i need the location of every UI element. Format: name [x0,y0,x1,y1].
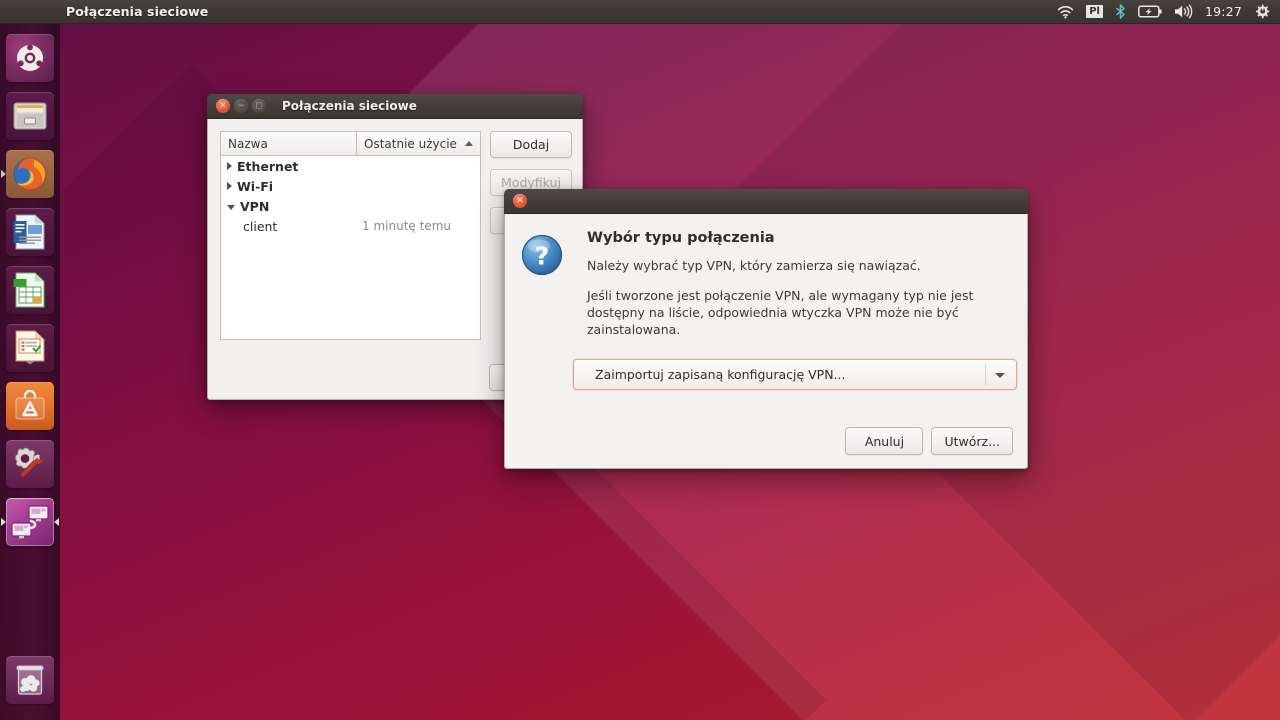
table-row[interactable]: Ethernet [221,156,480,176]
chevron-down-icon [995,372,1005,378]
dialog-paragraph-1: Należy wybrać typ VPN, który zamierza si… [587,258,921,273]
launcher-active-arrow [54,518,59,526]
bluetooth-icon[interactable] [1115,0,1126,24]
vpn-connection-type-dialog: ✕ ? Wybór typu połączenia Należy wybrać … [504,189,1028,469]
launcher-item-network-connections[interactable] [1,498,59,546]
row-name-label: Ethernet [237,158,299,174]
battery-charging-icon[interactable] [1138,0,1162,24]
dialog-action-buttons: Anuluj Utwórz... [845,427,1013,455]
launcher-item-system-settings[interactable] [6,440,54,488]
window-maximize-button[interactable]: ◻ [252,99,266,113]
top-panel: Połączenia sieciowe Pl 19:27 [0,0,1280,24]
launcher-item-firefox[interactable] [1,150,54,198]
expander-collapsed-icon[interactable] [227,182,232,190]
launcher-item-libreoffice-calc[interactable] [6,266,54,314]
launcher-item-libreoffice-impress[interactable] [6,324,54,372]
sort-ascending-icon [465,141,473,146]
column-header-name-label: Nazwa [228,136,268,151]
wifi-icon[interactable] [1057,0,1074,24]
treeview-header: Nazwa Ostatnie użycie [220,131,481,156]
row-name-cell: Wi-Fi [221,179,356,194]
add-button[interactable]: Dodaj [490,131,572,158]
svg-text:?: ? [535,242,550,271]
vpn-type-combobox[interactable]: Zaimportuj zapisaną konfigurację VPN... [573,359,1017,390]
create-button[interactable]: Utwórz... [931,427,1013,455]
row-name-cell: client [221,219,356,234]
dialog-heading: Wybór typu połączenia [587,230,775,246]
unity-launcher [0,24,60,720]
column-header-name[interactable]: Nazwa [220,131,356,156]
dialog-titlebar[interactable]: ✕ [504,189,1028,214]
combobox-separator [985,364,986,385]
row-name-cell: VPN [221,199,356,214]
launcher-item-trash[interactable] [6,656,54,704]
launcher-item-files[interactable] [6,92,54,140]
window-titlebar[interactable]: ✕ − ◻ Połączenia sieciowe [207,94,583,119]
expander-collapsed-icon[interactable] [227,162,232,170]
window-title: Połączenia sieciowe [282,99,417,113]
volume-icon[interactable] [1174,0,1193,24]
row-name-label: Wi-Fi [237,178,274,194]
window-close-button[interactable]: ✕ [216,99,230,113]
cancel-button[interactable]: Anuluj [845,427,924,455]
power-gear-icon[interactable] [1254,0,1270,24]
question-icon: ? [521,230,567,338]
table-row[interactable]: Wi-Fi [221,176,480,196]
system-tray: Pl 19:27 [1057,0,1270,24]
vpn-type-combobox-value: Zaimportuj zapisaną konfigurację VPN... [595,367,846,382]
row-name-label: VPN [240,198,270,214]
panel-app-title: Połączenia sieciowe [66,4,209,19]
launcher-item-libreoffice-writer[interactable] [6,208,54,256]
treeview-rows[interactable]: Ethernet Wi-Fi VPN client 1 minutę temu [220,156,481,340]
keyboard-layout-indicator[interactable]: Pl [1086,0,1103,24]
window-minimize-button[interactable]: − [234,99,248,113]
keyboard-layout-label: Pl [1086,5,1103,18]
table-row[interactable]: client 1 minutę temu [221,216,480,236]
row-name-cell: Ethernet [221,159,356,174]
table-row[interactable]: VPN [221,196,480,216]
expander-expanded-icon[interactable] [227,204,235,210]
column-header-last-used-label: Ostatnie użycie [364,136,457,151]
connections-treeview: Nazwa Ostatnie użycie Ethernet Wi-Fi VPN… [220,131,481,389]
launcher-item-ubuntu-dash[interactable] [6,34,54,82]
dialog-paragraph-2: Jeśli tworzone jest połączenie VPN, ale … [587,288,974,337]
column-header-last-used[interactable]: Ostatnie użycie [356,131,481,156]
launcher-item-software-center[interactable] [6,382,54,430]
dialog-body: ? Wybór typu połączenia Należy wybrać ty… [504,214,1028,469]
row-name-label: client [243,218,278,234]
row-last-used-cell: 1 minutę temu [362,219,451,233]
clock-label: 19:27 [1204,4,1242,19]
clock[interactable]: 19:27 [1205,0,1242,24]
dialog-close-button[interactable]: ✕ [513,194,527,208]
